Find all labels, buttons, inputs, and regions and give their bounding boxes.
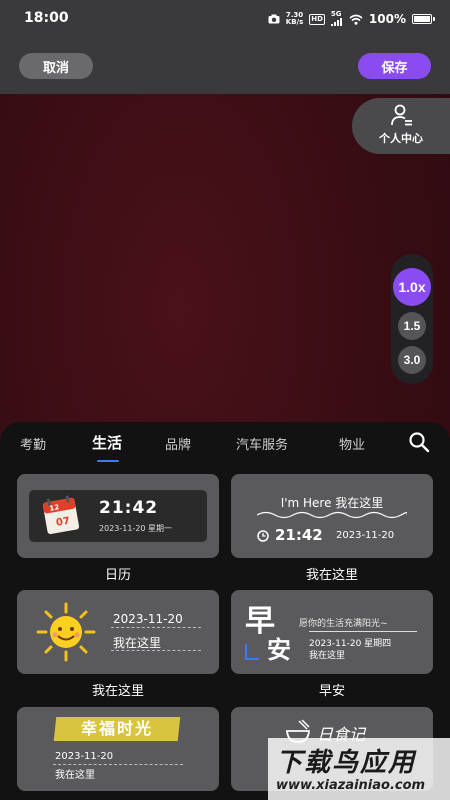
zoom-1x-button[interactable]: 1.0x [393, 268, 431, 306]
card-time: 21:42 [99, 498, 159, 518]
zoom-3x-button[interactable]: 3.0 [398, 346, 426, 374]
status-bar: 18:00 7.30 KB/s HD 5G 100% [0, 0, 450, 36]
sun-icon [36, 602, 96, 662]
category-tabs: 考勤 生活 品牌 汽车服务 物业 [0, 422, 450, 462]
template-card-sun[interactable]: 2023-11-20 我在这里 [17, 590, 219, 674]
status-time: 18:00 [24, 10, 69, 26]
card-text: 我在这里 [55, 770, 95, 781]
clock-icon [257, 530, 269, 542]
zoom-1-5x-button[interactable]: 1.5 [398, 312, 426, 340]
status-icons: 7.30 KB/s HD 5G 100% [268, 10, 435, 28]
calendar-icon: 12 07 [42, 495, 80, 535]
screen: 18:00 7.30 KB/s HD 5G 100% 取消 保存 个人中心 1.… [0, 0, 450, 800]
template-card-im-here[interactable]: I'm Here 我在这里 21:42 2023-11-20 [231, 474, 433, 558]
card-text: 我在这里 [113, 636, 162, 650]
template-label: 我在这里 [91, 684, 144, 699]
card-motto: 愿你的生活充满阳光~ [299, 619, 388, 629]
wifi-icon [349, 14, 363, 25]
calendar-month: 12 [49, 503, 60, 513]
card-date: 2023-11-20 星期一 [99, 524, 173, 533]
dashed-divider [111, 650, 201, 651]
card-title: I'm Here 我在这里 [280, 496, 384, 510]
template-card-morning[interactable]: 早 安 愿你的生活充满阳光~ 2023-11-20 星期四 我在这里 [231, 590, 433, 674]
template-label: 早安 [318, 684, 345, 699]
template-card-happy-time[interactable]: 幸福时光 2023-11-20 我在这里 [17, 707, 219, 791]
calendar-widget: 12 07 21:42 2023-11-20 星期一 [29, 490, 207, 542]
watermark-url: www.xiazainiao.com [276, 778, 426, 793]
template-label: 我在这里 [305, 568, 358, 583]
tab-attendance[interactable]: 考勤 [20, 434, 46, 453]
camera-icon [268, 14, 280, 24]
battery-icon [412, 14, 435, 24]
tab-brand[interactable]: 品牌 [165, 434, 191, 453]
card-big-char: 安 [267, 635, 291, 664]
card-date: 2023-11-20 [55, 751, 114, 762]
card-time: 21:42 [275, 526, 323, 544]
card-title: 幸福时光 [80, 719, 153, 738]
user-icon [391, 104, 412, 126]
net-speed: 7.30 KB/s [285, 11, 304, 26]
zoom-panel: 1.0x 1.5 3.0 [391, 254, 433, 384]
corner-accent [245, 644, 259, 660]
signal-icon: 5G [330, 10, 343, 28]
personal-center-button[interactable]: 个人中心 [352, 98, 450, 154]
card-text: 我在这里 [309, 651, 346, 661]
template-label: 日历 [104, 568, 131, 583]
top-bar: 18:00 7.30 KB/s HD 5G 100% 取消 保存 [0, 0, 450, 94]
tab-property[interactable]: 物业 [339, 434, 365, 453]
watermark-title: 下载鸟应用 [276, 748, 417, 778]
cancel-button[interactable]: 取消 [19, 53, 93, 79]
wave-divider [257, 511, 407, 519]
tab-car-service[interactable]: 汽车服务 [236, 434, 288, 453]
divider [309, 631, 417, 632]
dashed-divider [111, 627, 201, 628]
personal-center-label: 个人中心 [379, 132, 423, 145]
card-date: 2023-11-20 [113, 612, 183, 626]
hd-badge: HD [309, 13, 325, 25]
card-date: 2023-11-20 [336, 530, 395, 541]
save-button[interactable]: 保存 [358, 53, 431, 79]
watermark: 下载鸟应用 www.xiazainiao.com [268, 738, 450, 800]
active-tab-indicator [97, 460, 119, 462]
dashed-divider [53, 764, 183, 765]
tab-life[interactable]: 生活 [92, 432, 122, 453]
battery-percent: 100% [368, 12, 406, 26]
template-card-calendar[interactable]: 12 07 21:42 2023-11-20 星期一 [17, 474, 219, 558]
search-icon[interactable] [408, 431, 430, 453]
